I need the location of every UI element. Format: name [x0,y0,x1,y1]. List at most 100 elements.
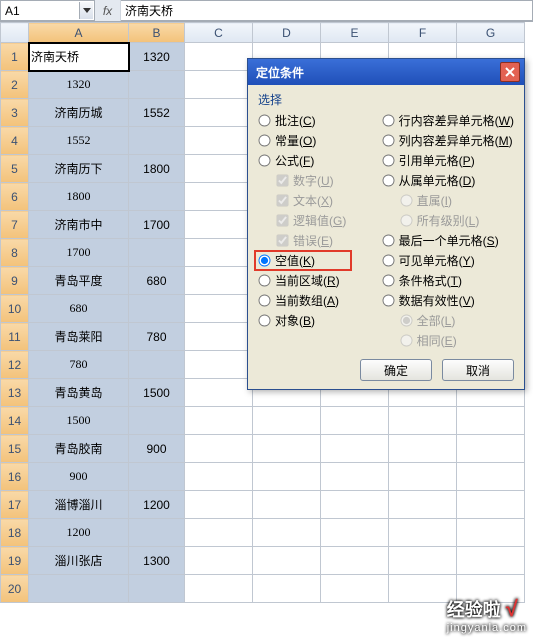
row-header[interactable]: 1 [1,43,29,71]
radio-input[interactable] [382,155,394,167]
cell[interactable]: 1300 [129,547,185,575]
cell[interactable] [185,99,253,127]
cell[interactable] [457,435,525,463]
radio-input[interactable] [259,135,271,147]
cell[interactable] [253,407,321,435]
cell[interactable]: 1200 [129,491,185,519]
radio-input[interactable] [382,175,394,187]
cell[interactable]: 济南天桥 [29,43,129,71]
cell[interactable]: 1800 [129,155,185,183]
cell[interactable] [185,575,253,603]
cell[interactable] [457,491,525,519]
option-列内容差异单元格(M)[interactable]: 列内容差异单元格(M) [382,132,514,149]
radio-input[interactable] [382,255,394,267]
row-header[interactable]: 3 [1,99,29,127]
cell[interactable] [129,407,185,435]
col-header-E[interactable]: E [321,23,389,43]
cell[interactable]: 1800 [29,183,129,211]
cell[interactable] [129,575,185,603]
cell[interactable]: 780 [29,351,129,379]
cell[interactable] [389,407,457,435]
col-header-F[interactable]: F [389,23,457,43]
cell[interactable] [321,435,389,463]
fx-icon[interactable]: fx [95,0,121,21]
cell[interactable]: 780 [129,323,185,351]
cell[interactable] [185,43,253,71]
cell[interactable] [457,463,525,491]
option-对象(B)[interactable]: 对象(B) [258,312,376,329]
option-当前区域(R)[interactable]: 当前区域(R) [258,272,376,289]
cell[interactable] [321,463,389,491]
cell[interactable] [185,351,253,379]
radio-input[interactable] [259,155,271,167]
cell[interactable] [389,463,457,491]
cell[interactable] [389,491,457,519]
row-header[interactable]: 2 [1,71,29,99]
cell[interactable]: 1500 [129,379,185,407]
col-header-A[interactable]: A [29,23,129,43]
option-可见单元格(Y)[interactable]: 可见单元格(Y) [382,252,514,269]
cancel-button[interactable]: 取消 [442,359,514,381]
row-header[interactable]: 15 [1,435,29,463]
option-批注(C)[interactable]: 批注(C) [258,112,376,129]
cell[interactable] [253,519,321,547]
col-header-D[interactable]: D [253,23,321,43]
row-header[interactable]: 19 [1,547,29,575]
row-header[interactable]: 11 [1,323,29,351]
cell[interactable] [185,407,253,435]
cell[interactable]: 济南历城 [29,99,129,127]
cell[interactable] [185,295,253,323]
cell[interactable]: 淄博淄川 [29,491,129,519]
cell[interactable] [185,71,253,99]
cell[interactable] [389,547,457,575]
chevron-down-icon[interactable] [79,2,93,19]
cell[interactable] [129,519,185,547]
cell[interactable] [185,323,253,351]
option-最后一个单元格(S)[interactable]: 最后一个单元格(S) [382,232,514,249]
row-header[interactable]: 18 [1,519,29,547]
cell[interactable] [129,463,185,491]
row-header[interactable]: 13 [1,379,29,407]
row-header[interactable]: 6 [1,183,29,211]
cell[interactable] [389,519,457,547]
cell[interactable]: 900 [29,463,129,491]
cell[interactable] [29,575,129,603]
cell[interactable] [389,435,457,463]
close-icon[interactable] [500,62,520,82]
col-header-G[interactable]: G [457,23,525,43]
cell[interactable] [253,575,321,603]
cell[interactable] [185,547,253,575]
row-header[interactable]: 17 [1,491,29,519]
cell[interactable] [185,155,253,183]
cell[interactable]: 青岛平度 [29,267,129,295]
row-header[interactable]: 12 [1,351,29,379]
cell[interactable] [321,547,389,575]
cell[interactable] [185,211,253,239]
cell[interactable] [457,519,525,547]
cell[interactable] [321,407,389,435]
radio-input[interactable] [259,315,271,327]
cell[interactable] [185,463,253,491]
cell[interactable] [253,491,321,519]
radio-input[interactable] [259,275,271,287]
radio-input[interactable] [259,255,271,267]
cell[interactable]: 济南市中 [29,211,129,239]
radio-input[interactable] [382,115,394,127]
option-条件格式(T)[interactable]: 条件格式(T) [382,272,514,289]
cell[interactable]: 1500 [29,407,129,435]
option-当前数组(A)[interactable]: 当前数组(A) [258,292,376,309]
cell[interactable] [185,519,253,547]
cell[interactable] [185,435,253,463]
cell[interactable] [457,547,525,575]
cell[interactable] [185,239,253,267]
cell[interactable] [321,519,389,547]
cell[interactable] [185,267,253,295]
radio-input[interactable] [382,135,394,147]
cell[interactable]: 淄川张店 [29,547,129,575]
cell[interactable]: 1320 [129,43,185,71]
option-行内容差异单元格(W)[interactable]: 行内容差异单元格(W) [382,112,514,129]
row-header[interactable]: 9 [1,267,29,295]
row-header[interactable]: 14 [1,407,29,435]
radio-input[interactable] [382,295,394,307]
ok-button[interactable]: 确定 [360,359,432,381]
